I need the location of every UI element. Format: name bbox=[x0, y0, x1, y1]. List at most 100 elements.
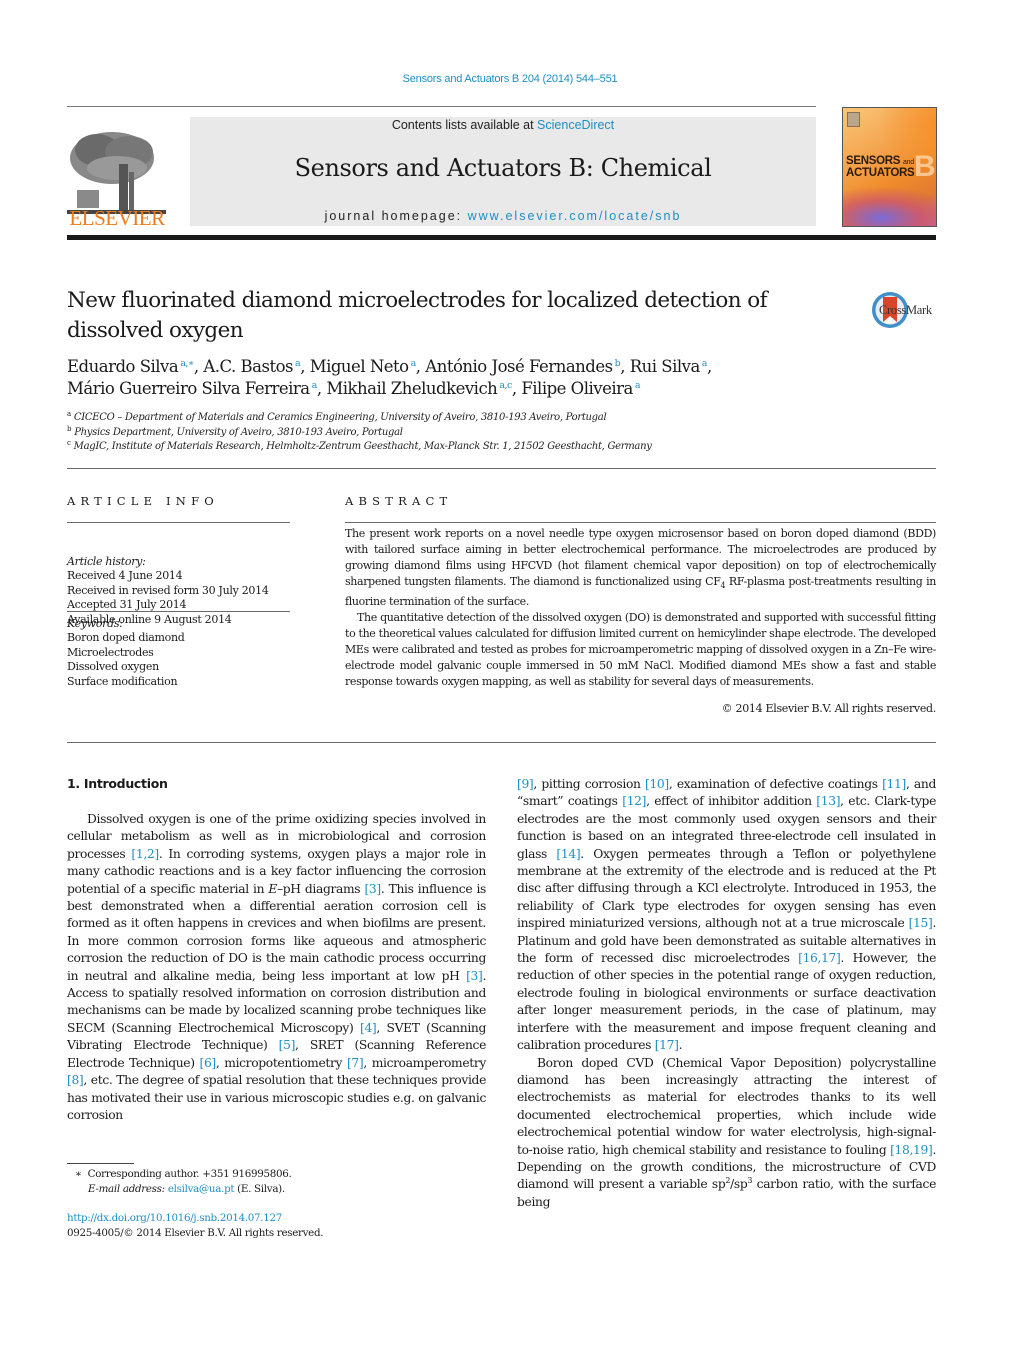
citation-link[interactable]: [17] bbox=[655, 1038, 679, 1052]
journal-title: Sensors and Actuators B: Chemical bbox=[294, 154, 712, 182]
author-affiliation-marker[interactable]: a bbox=[702, 358, 708, 369]
author-affiliation-marker[interactable]: b bbox=[615, 358, 621, 369]
body-column-left: Dissolved oxygen is one of the prime oxi… bbox=[67, 811, 486, 1124]
citation-link[interactable]: [5] bbox=[279, 1038, 296, 1052]
abstract-paragraph: The present work reports on a novel need… bbox=[345, 527, 936, 609]
article-history-label: Article history: bbox=[67, 555, 146, 568]
author-affiliation-marker[interactable]: a,c bbox=[499, 380, 512, 391]
citation-link[interactable]: [3] bbox=[466, 969, 483, 983]
keywords-list: Boron doped diamond Microelectrodes Dissol… bbox=[67, 631, 290, 689]
citation-link[interactable]: [16,17] bbox=[798, 951, 841, 965]
citation-link[interactable]: [10] bbox=[645, 777, 669, 791]
journal-cover-thumbnail[interactable]: B SENSORS and ACTUATORS bbox=[842, 107, 937, 227]
citation-link[interactable]: [15] bbox=[909, 916, 933, 930]
header-divider bbox=[67, 106, 816, 107]
affiliation-text: MagIC, Institute of Materials Research, … bbox=[73, 441, 652, 452]
affiliation-list: a CICECO – Department of Materials and Ce… bbox=[67, 411, 927, 455]
citation-link[interactable]: [13] bbox=[816, 794, 840, 808]
footnote-divider bbox=[67, 1163, 134, 1164]
abstract-heading: ABSTRACT bbox=[345, 494, 453, 508]
front-matter-divider bbox=[67, 742, 936, 743]
affiliation: a CICECO – Department of Materials and Ce… bbox=[67, 411, 927, 426]
affiliation: c MagIC, Institute of Materials Research,… bbox=[67, 440, 927, 455]
author-affiliation-marker[interactable]: a,∗ bbox=[180, 358, 194, 369]
keywords-divider bbox=[67, 611, 290, 612]
section-heading-introduction: 1. Introduction bbox=[67, 776, 168, 791]
keyword: Boron doped diamond bbox=[67, 631, 185, 645]
author-name: Eduardo Silva bbox=[67, 357, 179, 376]
corresponding-author-footnote: ∗ Corresponding author. +351 916995806. … bbox=[67, 1167, 497, 1197]
journal-homepage-link[interactable]: www.elsevier.com/locate/snb bbox=[468, 209, 682, 223]
author-list: Eduardo Silva a,∗, A.C. Bastos a, Miguel N… bbox=[67, 357, 712, 398]
cover-decoration bbox=[843, 188, 936, 226]
affiliation-text: Physics Department, University of Aveiro… bbox=[74, 426, 403, 438]
cover-letter: B bbox=[914, 150, 936, 183]
keywords-label: Keywords: bbox=[67, 617, 123, 630]
abstract-divider bbox=[345, 522, 936, 523]
citation-link[interactable]: [6] bbox=[200, 1056, 217, 1070]
affiliation-key: a bbox=[67, 410, 71, 418]
abstract-copyright: © 2014 Elsevier B.V. All rights reserved… bbox=[721, 702, 937, 715]
cover-title-line2: ACTUATORS bbox=[846, 167, 915, 179]
citation-link[interactable]: [12] bbox=[622, 794, 646, 808]
italic-symbol: E bbox=[268, 881, 277, 896]
citation-link[interactable]: [3] bbox=[364, 882, 381, 896]
author-affiliation-marker[interactable]: a bbox=[295, 358, 301, 369]
body-paragraph: Dissolved oxygen is one of the prime oxi… bbox=[67, 812, 487, 1122]
author-affiliation-marker[interactable]: a bbox=[635, 380, 641, 391]
keyword: Microelectrodes bbox=[67, 645, 154, 659]
author-name: António José Fernandes bbox=[425, 357, 613, 376]
email-label: E-mail address: bbox=[88, 1183, 165, 1195]
doi-block: http://dx.doi.org/10.1016/j.snb.2014.07.… bbox=[67, 1211, 497, 1241]
keyword: Surface modification bbox=[67, 674, 178, 688]
citation-link[interactable]: [1,2] bbox=[131, 847, 159, 861]
author-affiliation-marker[interactable]: a bbox=[312, 380, 318, 391]
citation-link[interactable]: [4] bbox=[360, 1021, 377, 1035]
body-paragraph: [9], pitting corrosion [10], examination… bbox=[517, 777, 936, 1053]
citation-link[interactable]: [18,19] bbox=[890, 1143, 933, 1157]
journal-citation-link[interactable]: Sensors and Actuators B 204 (2014) 544–5… bbox=[0, 73, 1020, 85]
contents-availability-line: Contents lists available at ScienceDirec… bbox=[190, 118, 816, 132]
footnote-line: ∗ Corresponding author. +351 916995806. bbox=[67, 1167, 497, 1182]
abstract-body: The present work reports on a novel need… bbox=[345, 526, 936, 690]
citation-link[interactable]: [7] bbox=[347, 1056, 364, 1070]
citation-link[interactable]: [8] bbox=[67, 1073, 84, 1087]
contents-prefix: Contents lists available at bbox=[391, 118, 538, 132]
body-paragraph: Boron doped CVD (Chemical Vapor Depositi… bbox=[517, 1055, 937, 1209]
author-email-link[interactable]: elsilva@ua.pt bbox=[168, 1183, 235, 1195]
keywords-block: Keywords: Boron doped diamond Microelectr… bbox=[67, 617, 290, 689]
affiliation-key: c bbox=[67, 439, 71, 447]
citation-link[interactable]: [9] bbox=[517, 777, 534, 791]
keyword: Dissolved oxygen bbox=[67, 660, 159, 674]
sciencedirect-link[interactable]: ScienceDirect bbox=[537, 118, 614, 132]
author-name: Mikhail Zheludkevich bbox=[326, 379, 498, 398]
doi-link[interactable]: http://dx.doi.org/10.1016/j.snb.2014.07.… bbox=[67, 1212, 282, 1224]
superscript: 3 bbox=[747, 1176, 753, 1186]
article-info-heading: ARTICLE INFO bbox=[67, 494, 219, 508]
abstract-paragraph: The quantitative detection of the dissol… bbox=[345, 611, 936, 689]
affiliation-text: CICECO – Department of Materials and Cer… bbox=[73, 412, 607, 423]
article-info-divider bbox=[67, 522, 290, 523]
affiliation-key: b bbox=[67, 424, 72, 433]
citation-link[interactable]: [14] bbox=[556, 847, 580, 861]
masthead-thick-divider bbox=[67, 235, 936, 240]
author-name: Filipe Oliveira bbox=[521, 379, 633, 398]
affiliation: b Physics Department, University of Aveir… bbox=[67, 424, 927, 441]
issn-copyright: 0925-4005/© 2014 Elsevier B.V. All right… bbox=[67, 1227, 324, 1239]
citation-link[interactable]: [11] bbox=[882, 777, 906, 791]
author-name: A.C. Bastos bbox=[203, 357, 294, 376]
affiliations-divider bbox=[67, 468, 936, 469]
article-title: New fluorinated diamond microelectrodes … bbox=[67, 288, 768, 343]
footnote-line: E-mail address: elsilva@ua.pt (E. Silva)… bbox=[67, 1182, 497, 1197]
corresponding-author-text: Corresponding author. +351 916995806. bbox=[87, 1168, 292, 1180]
author-affiliation-marker[interactable]: a bbox=[411, 358, 417, 369]
footnote-marker: ∗ bbox=[75, 1168, 82, 1180]
homepage-prefix: journal homepage: bbox=[324, 209, 468, 223]
crossmark-label[interactable]: CrossMark bbox=[879, 303, 932, 318]
elsevier-wordmark: ELSEVIER bbox=[69, 206, 165, 230]
author-name: Miguel Neto bbox=[309, 357, 409, 376]
body-column-right: [9], pitting corrosion [10], examination… bbox=[517, 776, 936, 1211]
journal-homepage-line: journal homepage: www.elsevier.com/locat… bbox=[190, 209, 816, 223]
history-entry: Received 4 June 2014 bbox=[67, 569, 183, 583]
email-suffix: (E. Silva). bbox=[234, 1183, 285, 1195]
